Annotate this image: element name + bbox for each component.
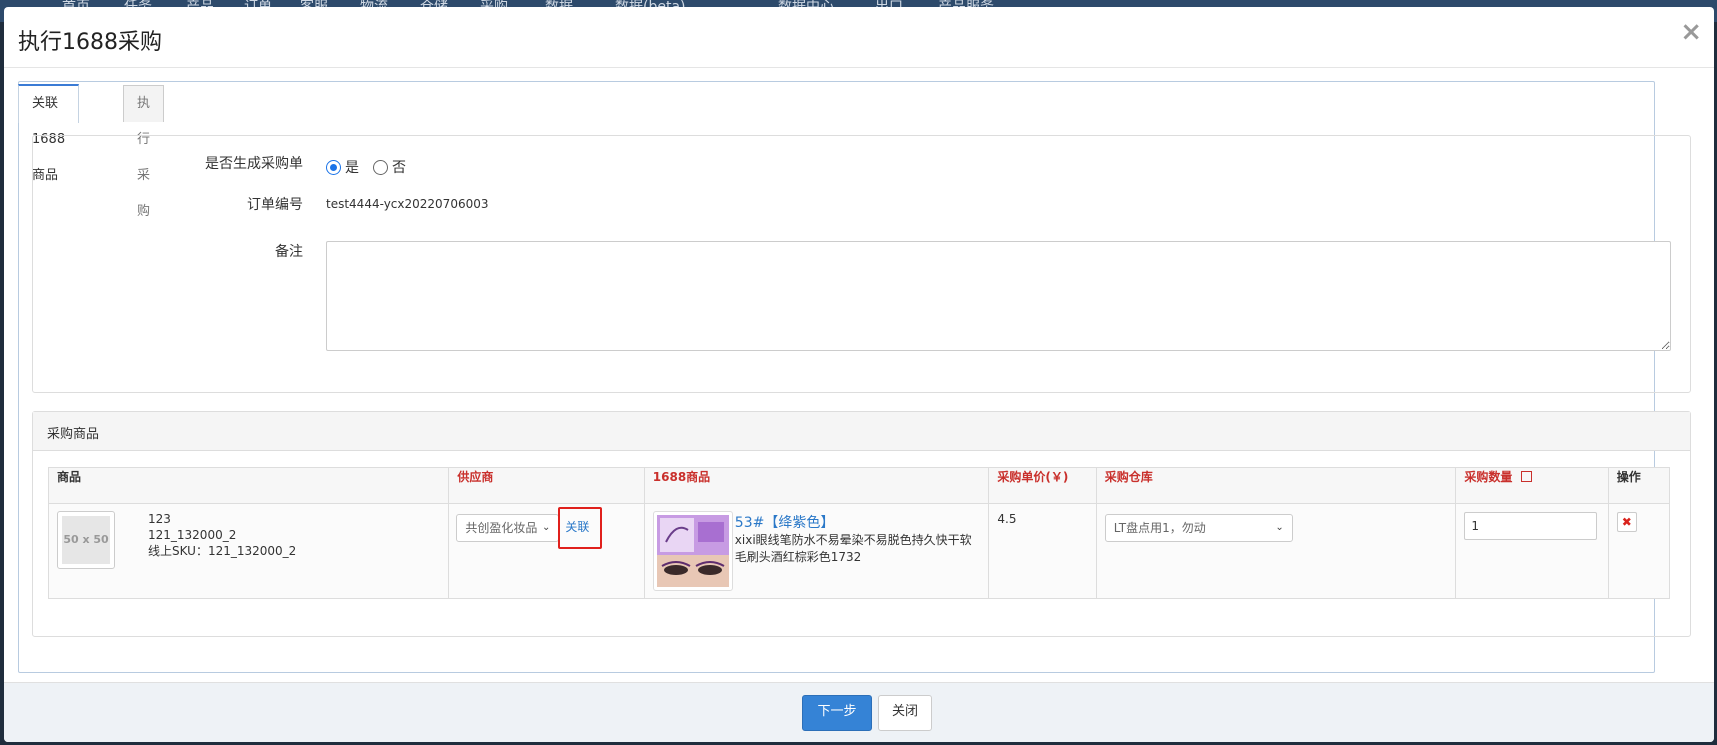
- remark-textarea[interactable]: [326, 241, 1671, 351]
- goods-table: 商品 供应商 1688商品 采购单价(￥) 采购仓库 采购数量 操作 50 x …: [47, 467, 1671, 599]
- goods-panel-header: 采购商品: [33, 412, 1690, 451]
- chevron-down-icon: ⌄: [1275, 522, 1284, 533]
- link-supplier-button[interactable]: 关联: [565, 518, 589, 535]
- col-unit-price: 采购单价(￥): [988, 467, 1097, 504]
- tab-execute-purchase[interactable]: 执行采购: [123, 85, 165, 219]
- cell-actions: ✖: [1607, 503, 1671, 599]
- generate-po-label: 是否生成采购单: [205, 156, 303, 172]
- col-product: 商品: [47, 467, 450, 504]
- eyeliner-product-image: [656, 515, 729, 587]
- tab-link-1688-products[interactable]: 关联1688商品: [18, 84, 80, 183]
- dialog-header: 执行1688采购 ×: [4, 7, 1714, 68]
- table-row: 50 x 50 123 121_132000_2 线上SKU：121_13200…: [47, 503, 1671, 599]
- delete-row-button[interactable]: ✖: [1616, 512, 1637, 532]
- quantity-input[interactable]: 1: [1464, 512, 1598, 540]
- radio-no-label: 否: [392, 160, 406, 176]
- product-info: 123 121_132000_2 线上SKU：121_132000_2: [148, 511, 296, 559]
- radio-no[interactable]: [373, 160, 388, 175]
- thumbnail-placeholder: 50 x 50: [62, 516, 110, 564]
- next-step-button[interactable]: 下一步: [802, 695, 872, 731]
- close-button[interactable]: 关闭: [878, 695, 932, 731]
- product-thumbnail: 50 x 50: [57, 511, 115, 569]
- purchase-goods-panel: 采购商品 商品 供应商 1688商品 采购单价(￥) 采购仓库 采购数量 操作: [32, 411, 1691, 637]
- product-sku: 121_132000_2: [148, 528, 237, 542]
- product-name: 123: [148, 512, 171, 526]
- copy-icon[interactable]: [1520, 471, 1532, 482]
- col-actions: 操作: [1607, 467, 1671, 504]
- warehouse-value: LT盘点用1，勿动: [1113, 521, 1206, 535]
- supplier-value: 共创盈化妆品: [465, 521, 538, 535]
- order-no-label: 订单编号: [247, 197, 303, 213]
- dialog-footer: 下一步 关闭: [4, 682, 1714, 742]
- warehouse-select[interactable]: LT盘点用1，勿动 ⌄: [1104, 514, 1293, 542]
- col-quantity-label: 采购数量: [1464, 470, 1513, 484]
- cell-product: 50 x 50 123 121_132000_2 线上SKU：121_13200…: [47, 503, 450, 599]
- cell-quantity: 1: [1455, 503, 1609, 599]
- remark-label: 备注: [275, 244, 303, 260]
- cell-supplier: 共创盈化妆品 ⌄ 关联: [448, 503, 645, 599]
- dialog-title: 执行1688采购: [18, 30, 162, 55]
- supplier-select[interactable]: 共创盈化妆品 ⌄: [456, 514, 560, 542]
- col-supplier: 供应商: [448, 467, 645, 504]
- chevron-down-icon: ⌄: [542, 522, 551, 533]
- order-no-value: test4444-ycx20220706003: [326, 197, 489, 211]
- product-image: [652, 511, 733, 591]
- product-online-sku: 线上SKU：121_132000_2: [148, 544, 297, 558]
- col-1688-product: 1688商品: [643, 467, 990, 504]
- product-description: xixi眼线笔防水不易晕染不易脱色持久快干软毛刷头酒红棕彩色1732: [734, 533, 972, 564]
- order-form: 是否生成采购单 是 否 订单编号 test4444-ycx20220706003…: [32, 135, 1691, 393]
- col-warehouse: 采购仓库: [1095, 467, 1457, 504]
- cell-warehouse: LT盘点用1，勿动 ⌄: [1095, 503, 1457, 599]
- cell-1688-product: 53#【绛紫色】 xixi眼线笔防水不易晕染不易脱色持久快干软毛刷头酒红棕彩色1…: [643, 503, 990, 599]
- goods-panel-title: 采购商品: [47, 427, 100, 442]
- product-title-link[interactable]: 53#【绛紫色】: [735, 512, 835, 532]
- cell-unit-price: 4.5: [988, 503, 1097, 599]
- radio-yes[interactable]: [326, 160, 341, 175]
- purchase-dialog: 执行1688采购 × 关联1688商品 执行采购 是否生成采购单 是 否 订单编…: [4, 7, 1714, 742]
- close-icon[interactable]: ×: [1680, 19, 1702, 45]
- unit-price-value: 4.5: [997, 512, 1017, 526]
- radio-yes-label: 是: [345, 160, 359, 176]
- col-quantity: 采购数量: [1455, 467, 1609, 504]
